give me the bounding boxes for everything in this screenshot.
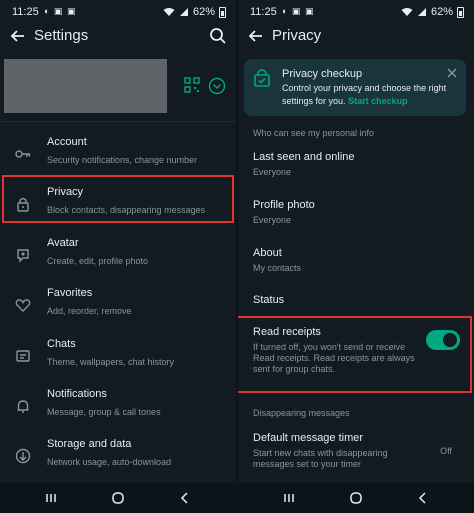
privacy-item-last-seen[interactable]: Last seen and online Everyone <box>238 151 474 181</box>
highlight-box-read-receipts <box>238 316 472 393</box>
settings-item-subtitle: Message, group & call tones <box>47 407 161 417</box>
storage-icon <box>15 448 31 464</box>
privacy-item-title: Profile photo <box>253 199 315 211</box>
bell-icon <box>17 400 29 413</box>
privacy-item-value: My contacts <box>253 263 302 273</box>
status-right: 62% <box>401 6 464 18</box>
system-nav-bar <box>238 483 474 513</box>
back-arrow-icon[interactable] <box>246 26 266 46</box>
privacy-item-title: About <box>253 247 282 259</box>
checkup-title: Privacy checkup <box>282 68 363 80</box>
start-checkup-link[interactable]: Start checkup <box>348 96 408 106</box>
settings-item-favorites[interactable]: Favorites Add, reorder, remove <box>0 282 236 328</box>
wifi-icon <box>401 8 413 16</box>
key-icon <box>15 150 31 158</box>
settings-item-subtitle: Theme, wallpapers, chat history <box>47 357 175 367</box>
qr-code-icon[interactable] <box>184 77 200 93</box>
settings-item-notifications[interactable]: Notifications Message, group & call tone… <box>0 383 236 429</box>
chat-icon <box>16 350 30 362</box>
status-right: 62% <box>163 6 226 18</box>
home-icon[interactable] <box>348 490 364 506</box>
settings-item-avatar[interactable]: Avatar Create, edit, profile photo <box>0 232 236 278</box>
page-title: Settings <box>34 27 89 44</box>
settings-item-account[interactable]: Account Security notifications, change n… <box>0 131 236 177</box>
battery-icon <box>219 6 226 18</box>
wifi-icon <box>163 8 175 16</box>
privacy-item-title: Last seen and online <box>253 151 355 163</box>
recent-apps-icon[interactable] <box>281 490 297 506</box>
settings-item-chats[interactable]: Chats Theme, wallpapers, chat history <box>0 333 236 379</box>
expand-circle-icon[interactable] <box>208 77 226 95</box>
divider <box>0 121 236 122</box>
privacy-checkup-card[interactable]: Privacy checkup Control your privacy and… <box>244 59 466 116</box>
privacy-item-status[interactable]: Status <box>238 294 474 310</box>
back-nav-icon[interactable] <box>177 490 193 506</box>
privacy-item-default-timer[interactable]: Default message timer Start new chats wi… <box>238 432 474 472</box>
signal-icon <box>179 8 188 16</box>
status-bar: 11:25 ◐ ▣ ▣ 62% <box>238 0 474 22</box>
status-time: 11:25 <box>12 6 39 18</box>
settings-screen: 11:25 ◐ ▣ ▣ 62% Settings Account Securit… <box>0 0 236 513</box>
privacy-item-title: Default message timer <box>253 432 364 444</box>
settings-item-subtitle: Create, edit, profile photo <box>47 256 149 266</box>
settings-item-title: Avatar <box>47 237 79 249</box>
notification-icons: ◐ ▣ ▣ <box>282 6 315 16</box>
system-nav-bar <box>0 483 236 513</box>
privacy-lock-icon <box>254 69 270 87</box>
profile-photo-blurred[interactable] <box>4 59 167 113</box>
settings-app-bar: Settings <box>0 24 236 50</box>
signal-icon <box>417 8 426 16</box>
settings-item-title: Favorites <box>47 287 93 299</box>
battery-icon <box>457 6 464 18</box>
settings-item-subtitle: Security notifications, change number <box>47 155 198 165</box>
status-bar: 11:25 ◐ ▣ ▣ 62% <box>0 0 236 22</box>
settings-item-subtitle: Network usage, auto-download <box>47 457 172 467</box>
heart-icon <box>15 299 31 312</box>
settings-item-title: Storage and data <box>47 438 132 450</box>
settings-item-subtitle: Add, reorder, remove <box>47 306 132 316</box>
notification-icons: ◐ ▣ ▣ <box>44 6 77 16</box>
privacy-item-value: Everyone <box>253 167 292 177</box>
privacy-item-profile-photo[interactable]: Profile photo Everyone <box>238 199 474 229</box>
privacy-item-value: Everyone <box>253 215 292 225</box>
search-icon[interactable] <box>208 26 228 46</box>
privacy-item-title: Status <box>253 294 285 306</box>
status-time: 11:25 <box>250 6 277 18</box>
battery-percent: 62% <box>430 6 453 18</box>
settings-item-title: Chats <box>47 338 76 350</box>
privacy-item-about[interactable]: About My contacts <box>238 247 474 277</box>
privacy-item-description: Start new chats with disappearing messag… <box>253 448 388 469</box>
avatar-icon <box>17 249 29 263</box>
highlight-box-privacy <box>2 175 234 223</box>
back-arrow-icon[interactable] <box>8 26 28 46</box>
settings-item-title: Account <box>47 136 87 148</box>
battery-percent: 62% <box>192 6 215 18</box>
timer-value: Off <box>440 446 452 456</box>
page-title: Privacy <box>272 27 322 44</box>
home-icon[interactable] <box>110 490 126 506</box>
privacy-screen: 11:25 ◐ ▣ ▣ 62% Privacy Privacy checkup … <box>238 0 474 513</box>
checkup-description: Control your privacy and choose the righ… <box>282 82 460 108</box>
privacy-app-bar: Privacy <box>238 24 474 50</box>
settings-item-storage[interactable]: Storage and data Network usage, auto-dow… <box>0 433 236 479</box>
recent-apps-icon[interactable] <box>43 490 59 506</box>
close-icon[interactable] <box>446 67 458 79</box>
settings-item-title: Notifications <box>47 388 107 400</box>
section-header-disappearing: Disappearing messages <box>253 408 350 418</box>
back-nav-icon[interactable] <box>415 490 431 506</box>
section-header-personal-info: Who can see my personal info <box>253 128 375 138</box>
